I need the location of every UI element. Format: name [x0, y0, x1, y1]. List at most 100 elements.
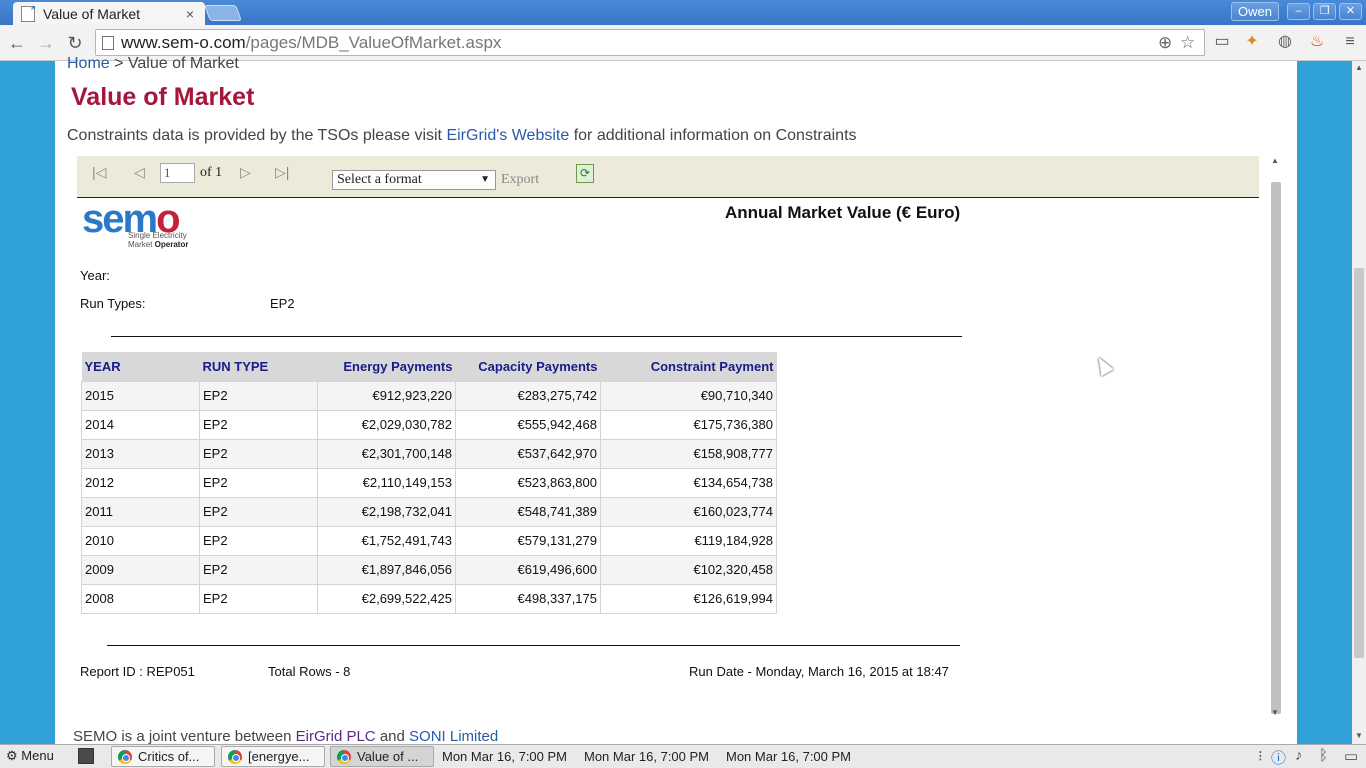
table-row: 2012 EP2 €2,110,149,153 €523,863,800 €134,65… — [81, 467, 777, 498]
table-cell: €523,863,800 — [455, 467, 601, 498]
column-header: YEAR — [81, 352, 200, 381]
table-cell: EP2 — [199, 380, 318, 411]
volume-icon[interactable]: ♪ — [1295, 747, 1303, 764]
semo-logo: semo Single Electricity Market Operator — [82, 197, 189, 249]
battery-icon[interactable]: ▭ — [1344, 747, 1358, 765]
scroll-down-icon[interactable]: ▼ — [1355, 731, 1363, 740]
close-window-button[interactable]: ✕ — [1339, 3, 1362, 20]
column-header: Energy Payments — [317, 352, 456, 381]
chrome-menu-icon[interactable]: ≡ — [1340, 32, 1360, 52]
last-page-icon[interactable]: ▷| — [275, 164, 289, 181]
report-toolbar: |◁ ◁ 1 of 1 ▷ ▷| Select a format ▼ Expor… — [77, 156, 1259, 198]
run-types-value: EP2 — [270, 296, 295, 311]
extension-globe-icon[interactable]: ◍ — [1275, 32, 1295, 52]
table-row: 2014 EP2 €2,029,030,782 €555,942,468 €175,73… — [81, 409, 777, 440]
extension-flame-icon[interactable]: ♨ — [1307, 32, 1327, 52]
eirgrid-website-link[interactable]: EirGrid's Website — [446, 127, 569, 144]
footer-prefix: SEMO is a joint venture between — [73, 728, 296, 745]
table-cell: €160,023,774 — [600, 496, 777, 527]
gear-icon: ⚙ — [6, 748, 18, 763]
table-cell: €498,337,175 — [455, 583, 601, 614]
table-cell: €2,301,700,148 — [317, 438, 456, 469]
previous-page-icon[interactable]: ◁ — [134, 164, 145, 181]
browser-tab-active[interactable]: Value of Market × — [13, 2, 205, 25]
scroll-up-icon[interactable]: ▲ — [1271, 156, 1279, 165]
page-scrollbar[interactable]: ▲ ▼ — [1352, 61, 1366, 745]
scroll-down-icon[interactable]: ▼ — [1271, 708, 1279, 717]
info-icon[interactable]: ⓘ — [1271, 747, 1286, 768]
shield-icon[interactable]: ⁝ — [1258, 747, 1263, 765]
first-page-icon[interactable]: |◁ — [92, 164, 106, 181]
table-cell: 2009 — [81, 554, 200, 585]
restore-button[interactable]: ❐ — [1313, 3, 1336, 20]
extension-icon[interactable]: ✦ — [1242, 32, 1262, 52]
table-cell: 2012 — [81, 467, 200, 498]
table-cell: €555,942,468 — [455, 409, 601, 440]
table-cell: €537,642,970 — [455, 438, 601, 469]
year-label: Year: — [80, 268, 110, 283]
table-cell: €126,619,994 — [600, 583, 777, 614]
address-bar[interactable]: www.sem-o.com/pages/MDB_ValueOfMarket.as… — [95, 29, 1205, 56]
bluetooth-icon[interactable]: ᛒ — [1319, 747, 1328, 764]
constraints-info: Constraints data is provided by the TSOs… — [67, 127, 857, 145]
breadcrumb: Home > Value of Market — [67, 55, 239, 73]
soni-limited-link[interactable]: SONI Limited — [409, 728, 498, 745]
cast-icon[interactable]: ▭ — [1212, 32, 1232, 52]
taskbar-window-active[interactable]: Value of ... — [330, 746, 434, 767]
table-cell: €2,699,522,425 — [317, 583, 456, 614]
breadcrumb-home-link[interactable]: Home — [67, 55, 110, 72]
back-arrow-icon[interactable]: ← — [5, 31, 29, 55]
chrome-icon — [337, 750, 351, 764]
new-tab-button[interactable] — [204, 5, 242, 21]
export-format-select[interactable]: Select a format ▼ — [332, 170, 496, 190]
clock: Mon Mar 16, 7:00 PM — [726, 749, 851, 764]
table-cell: €90,710,340 — [600, 380, 777, 411]
page-icon — [102, 36, 114, 50]
start-menu-button[interactable]: ⚙ Menu — [6, 748, 54, 764]
eirgrid-plc-link[interactable]: EirGrid PLC — [296, 728, 376, 745]
column-header: Constraint Payment — [600, 352, 777, 381]
table-cell: €175,736,380 — [600, 409, 777, 440]
info-prefix: Constraints data is provided by the TSOs… — [67, 127, 447, 144]
forward-arrow-icon[interactable]: → — [34, 31, 58, 55]
scroll-up-icon[interactable]: ▲ — [1355, 63, 1363, 72]
table-cell: EP2 — [199, 583, 318, 614]
bookmark-star-icon[interactable]: ☆ — [1180, 33, 1195, 53]
table-cell: €2,110,149,153 — [317, 467, 456, 498]
profile-button[interactable]: Owen — [1231, 2, 1279, 21]
table-cell: €158,908,777 — [600, 438, 777, 469]
column-header: RUN TYPE — [199, 352, 318, 381]
table-cell: €1,752,491,743 — [317, 525, 456, 556]
refresh-icon[interactable]: ⟳ — [576, 164, 594, 183]
table-cell: €579,131,279 — [455, 525, 601, 556]
tab-close-icon[interactable]: × — [183, 6, 197, 22]
terminal-icon[interactable] — [78, 748, 94, 764]
dropdown-arrow-icon: ▼ — [480, 174, 490, 185]
zoom-icon[interactable]: ⊕ — [1158, 33, 1172, 53]
table-cell: 2010 — [81, 525, 200, 556]
taskbar-window[interactable]: [energye... — [221, 746, 325, 767]
page-favicon-icon — [21, 5, 35, 22]
page-number-input[interactable]: 1 — [160, 163, 195, 183]
table-row: 2008 EP2 €2,699,522,425 €498,337,175 €126,61… — [81, 583, 777, 614]
footer-and: and — [375, 728, 410, 745]
next-page-icon[interactable]: ▷ — [240, 164, 251, 181]
scrollbar-thumb[interactable] — [1271, 182, 1281, 714]
market-value-table: YEAR RUN TYPE Energy Payments Capacity P… — [81, 352, 777, 614]
report-viewer: |◁ ◁ 1 of 1 ▷ ▷| Select a format ▼ Expor… — [77, 156, 1282, 717]
table-cell: EP2 — [199, 525, 318, 556]
export-link[interactable]: Export — [501, 172, 539, 188]
table-cell: €2,198,732,041 — [317, 496, 456, 527]
table-cell: 2011 — [81, 496, 200, 527]
format-select-value: Select a format — [337, 172, 422, 187]
report-scrollbar[interactable]: ▲ ▼ — [1270, 156, 1282, 721]
minimize-button[interactable]: – — [1287, 3, 1310, 20]
taskbar-window[interactable]: Critics of... — [111, 746, 215, 767]
breadcrumb-current: Value of Market — [127, 55, 239, 72]
table-cell: 2014 — [81, 409, 200, 440]
reload-icon[interactable]: ↻ — [63, 31, 87, 55]
table-cell: €2,029,030,782 — [317, 409, 456, 440]
page-count: of 1 — [200, 165, 223, 180]
scrollbar-thumb[interactable] — [1354, 268, 1364, 658]
table-cell: €119,184,928 — [600, 525, 777, 556]
